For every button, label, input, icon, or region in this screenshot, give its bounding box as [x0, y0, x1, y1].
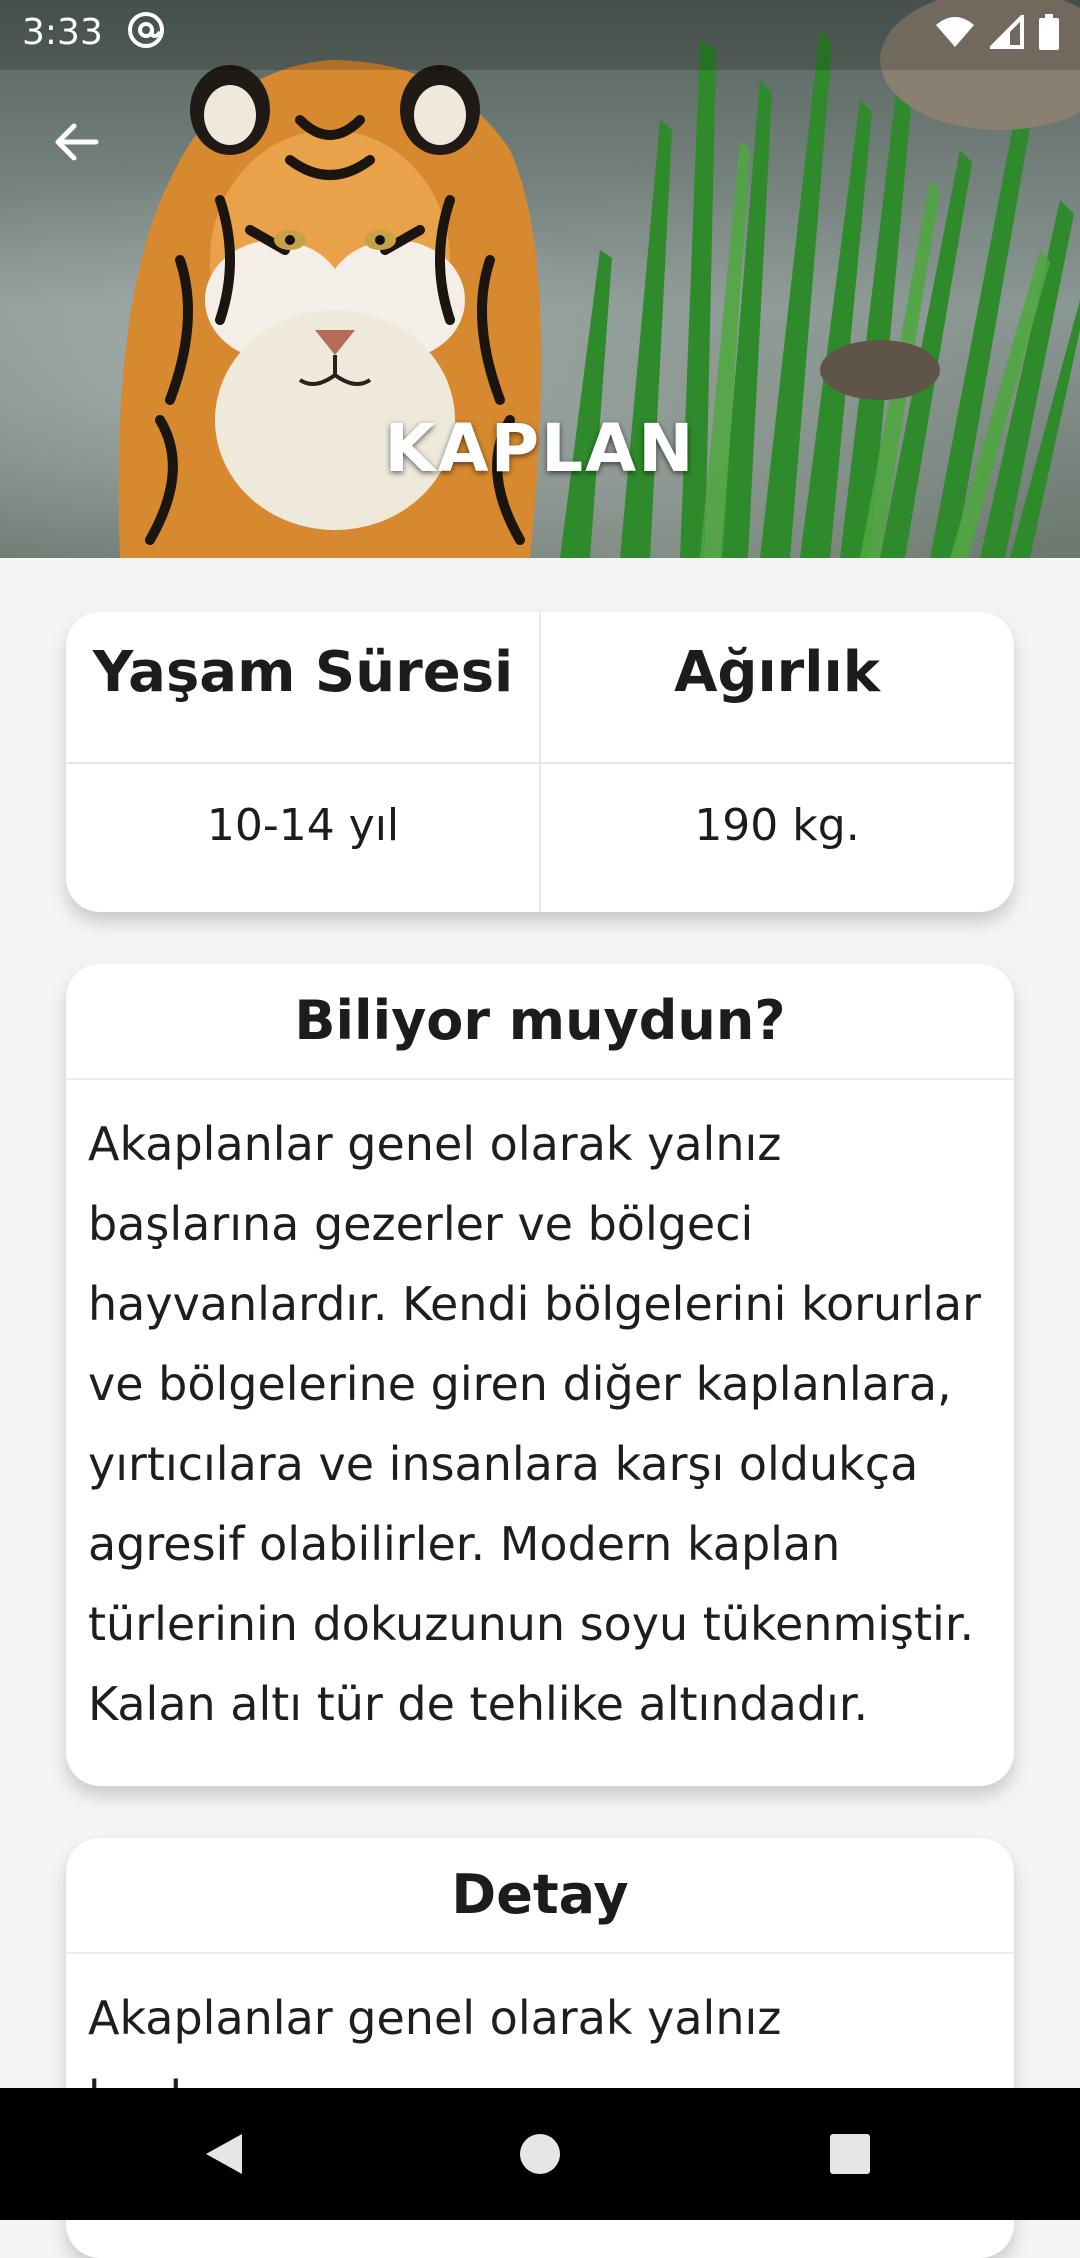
- navigation-bar: [0, 2088, 1080, 2220]
- weight-value: 190 kg.: [694, 800, 860, 851]
- triangle-back-icon: [206, 2134, 242, 2174]
- weight-header: Ağırlık: [674, 640, 880, 705]
- status-icons: [934, 14, 1060, 50]
- arrow-left-icon: [55, 123, 99, 161]
- detail-title: Detay: [66, 1838, 1014, 1954]
- fact-card: Biliyor muydun? Akaplanlar genel olarak …: [66, 964, 1014, 1786]
- hero-image: KAPLAN: [0, 0, 1080, 558]
- circle-home-icon: [520, 2134, 560, 2174]
- animal-title: KAPLAN: [384, 410, 696, 487]
- row-divider: [66, 762, 1014, 764]
- nav-recents-button[interactable]: [816, 2120, 884, 2188]
- stats-table: Yaşam Süresi Ağırlık 10-14 yıl 190 kg.: [66, 612, 1014, 912]
- wifi-icon: [936, 17, 974, 47]
- stats-card: Yaşam Süresi Ağırlık 10-14 yıl 190 kg.: [66, 612, 1014, 912]
- fact-text: Akaplanlar genel olarak yalnız başlarına…: [88, 1117, 982, 1731]
- fact-title: Biliyor muydun?: [66, 964, 1014, 1080]
- nav-home-button[interactable]: [506, 2120, 574, 2188]
- battery-icon: [1039, 14, 1059, 50]
- cellular-signal-icon: [990, 15, 1024, 49]
- lifespan-header: Yaşam Süresi: [92, 640, 514, 705]
- at-sign-icon: [128, 12, 164, 48]
- lifespan-value: 10-14 yıl: [206, 800, 400, 851]
- status-bar: 3:33: [0, 0, 1080, 66]
- nav-back-button[interactable]: [190, 2120, 258, 2188]
- status-time: 3:33: [22, 12, 103, 53]
- square-recents-icon: [830, 2134, 870, 2174]
- back-button[interactable]: [46, 112, 106, 172]
